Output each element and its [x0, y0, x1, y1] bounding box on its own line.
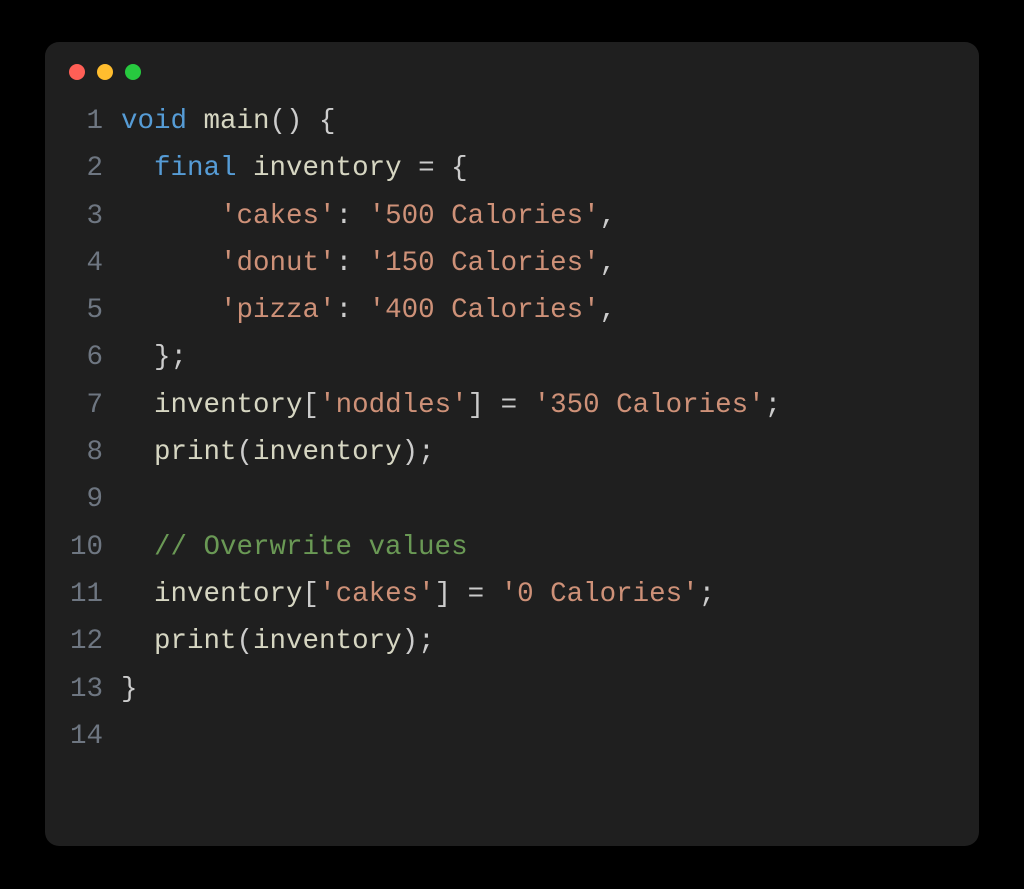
code-line: 13} [45, 666, 979, 713]
line-number: 7 [45, 382, 121, 429]
code-token: ( [237, 437, 254, 468]
code-content: // Overwrite values [121, 524, 468, 571]
line-number: 12 [45, 618, 121, 665]
code-token: }; [121, 342, 187, 373]
code-line: 10 // Overwrite values [45, 524, 979, 571]
close-icon[interactable] [69, 64, 85, 80]
code-editor[interactable]: 1void main() {2 final inventory = {3 'ca… [45, 90, 979, 760]
code-token: ); [402, 437, 435, 468]
minimize-icon[interactable] [97, 64, 113, 80]
code-token: 'pizza' [220, 295, 336, 326]
code-token: () { [270, 106, 336, 137]
code-line: 8 print(inventory); [45, 429, 979, 476]
code-content: print(inventory); [121, 429, 435, 476]
line-number: 3 [45, 193, 121, 240]
code-token: [ [303, 579, 320, 610]
code-line: 7 inventory['noddles'] = '350 Calories'; [45, 382, 979, 429]
code-token [121, 437, 154, 468]
code-token [121, 201, 220, 232]
code-content: 'pizza': '400 Calories', [121, 287, 616, 334]
code-content: final inventory = { [121, 145, 468, 192]
maximize-icon[interactable] [125, 64, 141, 80]
code-content: 'cakes': '500 Calories', [121, 193, 616, 240]
code-token: ( [237, 626, 254, 657]
code-token: : [336, 295, 369, 326]
code-line: 6 }; [45, 334, 979, 381]
code-content: inventory['cakes'] = '0 Calories'; [121, 571, 715, 618]
code-token: '150 Calories' [369, 248, 600, 279]
code-content: }; [121, 334, 187, 381]
code-content: } [121, 666, 138, 713]
line-number: 5 [45, 287, 121, 334]
line-number: 14 [45, 713, 121, 760]
code-token [121, 248, 220, 279]
line-number: 8 [45, 429, 121, 476]
code-token: , [600, 201, 617, 232]
code-token: = { [402, 153, 468, 184]
code-token: '500 Calories' [369, 201, 600, 232]
code-token: : [336, 201, 369, 232]
code-line: 2 final inventory = { [45, 145, 979, 192]
code-token [237, 153, 254, 184]
code-token: inventory [253, 626, 402, 657]
code-token: print [154, 437, 237, 468]
line-number: 1 [45, 98, 121, 145]
line-number: 13 [45, 666, 121, 713]
code-token: '0 Calories' [501, 579, 699, 610]
code-token: inventory [253, 437, 402, 468]
code-token: void [121, 106, 187, 137]
code-token: } [121, 674, 138, 705]
code-token: '400 Calories' [369, 295, 600, 326]
code-token: ] = [435, 579, 501, 610]
line-number: 4 [45, 240, 121, 287]
code-line: 14 [45, 713, 979, 760]
code-token [121, 532, 154, 563]
code-token: ; [765, 390, 782, 421]
code-token [121, 153, 154, 184]
code-content: print(inventory); [121, 618, 435, 665]
code-token: ] = [468, 390, 534, 421]
code-token: // Overwrite values [154, 532, 468, 563]
line-number: 2 [45, 145, 121, 192]
code-token [121, 579, 154, 610]
code-token: 'donut' [220, 248, 336, 279]
code-content: inventory['noddles'] = '350 Calories'; [121, 382, 781, 429]
code-line: 5 'pizza': '400 Calories', [45, 287, 979, 334]
code-token: '350 Calories' [534, 390, 765, 421]
code-window: 1void main() {2 final inventory = {3 'ca… [45, 42, 979, 846]
code-token: [ [303, 390, 320, 421]
code-token: main [204, 106, 270, 137]
code-content: void main() { [121, 98, 336, 145]
code-token: inventory [154, 579, 303, 610]
code-token [187, 106, 204, 137]
window-titlebar [45, 42, 979, 90]
code-token: print [154, 626, 237, 657]
code-token: , [600, 248, 617, 279]
line-number: 6 [45, 334, 121, 381]
code-token: 'cakes' [220, 201, 336, 232]
code-line: 4 'donut': '150 Calories', [45, 240, 979, 287]
code-token: ); [402, 626, 435, 657]
code-line: 1void main() { [45, 98, 979, 145]
code-content: 'donut': '150 Calories', [121, 240, 616, 287]
code-token: 'noddles' [319, 390, 468, 421]
code-token [121, 390, 154, 421]
code-token: : [336, 248, 369, 279]
line-number: 11 [45, 571, 121, 618]
code-line: 3 'cakes': '500 Calories', [45, 193, 979, 240]
code-token: 'cakes' [319, 579, 435, 610]
code-token: inventory [154, 390, 303, 421]
code-token [121, 626, 154, 657]
code-line: 11 inventory['cakes'] = '0 Calories'; [45, 571, 979, 618]
line-number: 10 [45, 524, 121, 571]
code-line: 9 [45, 476, 979, 523]
code-token: inventory [253, 153, 402, 184]
code-token: ; [699, 579, 716, 610]
code-line: 12 print(inventory); [45, 618, 979, 665]
code-token: , [600, 295, 617, 326]
code-token: final [154, 153, 237, 184]
code-token [121, 295, 220, 326]
line-number: 9 [45, 476, 121, 523]
